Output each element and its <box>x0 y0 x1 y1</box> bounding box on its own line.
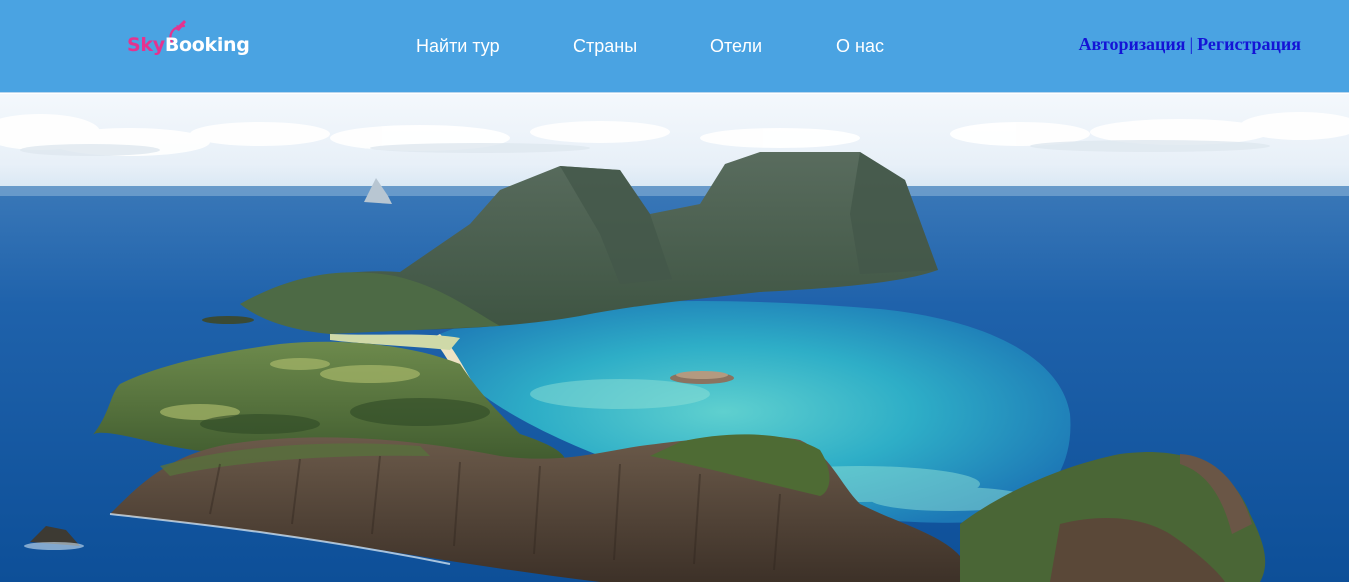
nav-find-tour[interactable]: Найти тур <box>416 35 500 57</box>
auth-links: Авторизация | Регистрация <box>1079 33 1301 55</box>
logo-sky-text: Sky <box>127 34 165 56</box>
nav-about[interactable]: О нас <box>836 35 884 57</box>
auth-separator: | <box>1189 34 1194 54</box>
logo-wordmark: SkyBooking <box>127 34 250 56</box>
nav-hotels[interactable]: Отели <box>710 35 762 57</box>
logo[interactable]: SkyBooking <box>124 20 264 70</box>
site-header: SkyBooking Найти тур Страны Отели О нас … <box>0 0 1349 93</box>
logo-booking-text: Booking <box>164 34 250 56</box>
nav-countries[interactable]: Страны <box>573 35 637 57</box>
hero-image <box>0 94 1349 582</box>
island-landscape-image <box>0 94 1349 582</box>
register-link[interactable]: Регистрация <box>1197 34 1301 54</box>
login-link[interactable]: Авторизация <box>1079 34 1186 54</box>
